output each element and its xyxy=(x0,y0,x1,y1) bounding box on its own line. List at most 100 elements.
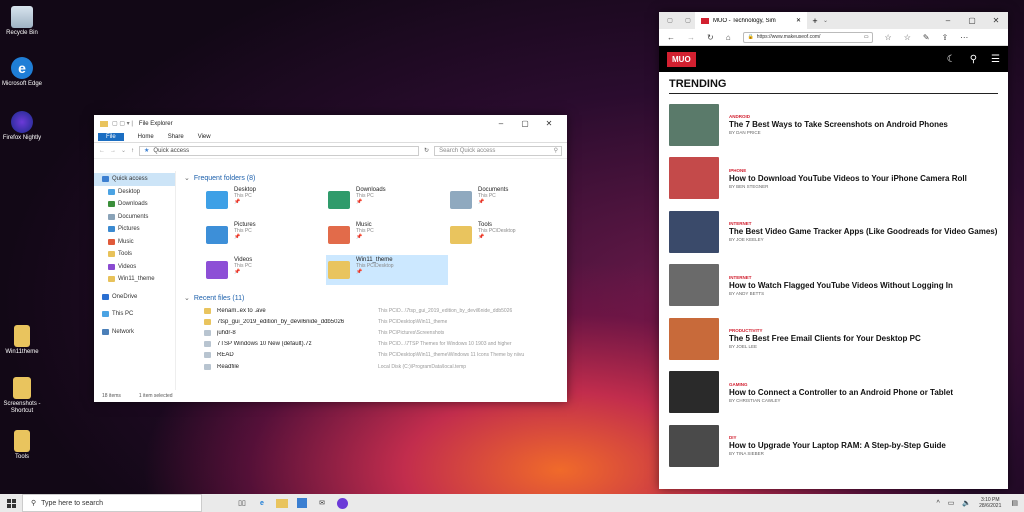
nav-item[interactable]: Tools xyxy=(94,248,175,261)
article-thumbnail[interactable] xyxy=(669,157,719,200)
maximize-button[interactable]: ▢ xyxy=(960,16,984,25)
article-title[interactable]: How to Upgrade Your Laptop RAM: A Step-b… xyxy=(729,440,946,451)
article-title[interactable]: The 5 Best Free Email Clients for Your D… xyxy=(729,333,921,344)
tray-chevron-icon[interactable]: ^ xyxy=(936,500,939,507)
article-title[interactable]: The 7 Best Ways to Take Screenshots on A… xyxy=(729,119,948,130)
back-icon[interactable]: ← xyxy=(99,148,105,154)
volume-icon[interactable]: 🔈 xyxy=(962,499,971,507)
site-logo[interactable]: MUO xyxy=(667,51,696,67)
favorites-icon[interactable]: ☆ xyxy=(904,33,911,42)
store-taskbar-icon[interactable] xyxy=(292,494,312,512)
tab-actions-icon[interactable]: ▢ xyxy=(659,17,681,24)
reader-view-icon[interactable]: ▭ xyxy=(864,34,869,40)
tab-list-icon[interactable]: ⌄ xyxy=(823,17,828,24)
edge-taskbar-icon[interactable]: e xyxy=(252,494,272,512)
desktop-icon-screenshots[interactable]: Screenshots - Shortcut xyxy=(0,377,44,415)
search-icon[interactable]: ⚲ xyxy=(970,54,977,65)
tabs-aside-icon[interactable]: ▢ xyxy=(681,17,695,24)
ribbon-tab-file[interactable]: File xyxy=(98,133,124,141)
nav-item[interactable]: OneDrive xyxy=(94,291,175,304)
article-card[interactable]: Gaming How to Connect a Controller to an … xyxy=(659,366,1008,420)
article-thumbnail[interactable] xyxy=(669,317,719,360)
maximize-button[interactable]: ▢ xyxy=(513,119,537,128)
article-card[interactable]: Internet How to Watch Flagged YouTube Vid… xyxy=(659,259,1008,313)
folder-tile[interactable]: Documents This PC 📌 xyxy=(448,185,570,215)
mail-taskbar-icon[interactable]: ✉ xyxy=(312,494,332,512)
folder-tile[interactable]: Pictures This PC 📌 xyxy=(204,220,326,250)
file-explorer-window[interactable]: ▢ ▢ ▾ | File Explorer – ▢ ✕ File Home Sh… xyxy=(94,115,567,402)
task-view-icon[interactable]: ▯▯ xyxy=(232,494,252,512)
up-icon[interactable]: ↑ xyxy=(131,148,134,154)
home-icon[interactable]: ⌂ xyxy=(726,33,731,42)
article-thumbnail[interactable] xyxy=(669,103,719,146)
nav-item[interactable]: Pictures xyxy=(94,223,175,236)
start-button[interactable] xyxy=(0,494,22,512)
nav-item[interactable]: Videos xyxy=(94,261,175,274)
firefox-taskbar-icon[interactable] xyxy=(332,494,352,512)
folder-tile[interactable]: Desktop This PC 📌 xyxy=(204,185,326,215)
article-thumbnail[interactable] xyxy=(669,210,719,253)
article-title[interactable]: How to Connect a Controller to an Androi… xyxy=(729,387,953,398)
ribbon-tab-share[interactable]: Share xyxy=(168,134,184,140)
folder-tile[interactable]: Downloads This PC 📌 xyxy=(326,185,448,215)
recent-file-row[interactable]: juhdr-8 This PC\Pictures\Screenshots xyxy=(180,327,559,338)
taskbar-search-input[interactable]: ⚲ Type here to search xyxy=(22,494,202,512)
refresh-icon[interactable]: ↻ xyxy=(707,33,714,42)
edge-browser-window[interactable]: ▢ ▢ MUO - Technology, Sim ✕ + ⌄ – ▢ ✕ ← … xyxy=(659,12,1008,489)
nav-item[interactable]: This PC xyxy=(94,308,175,321)
desktop-icon-firefox[interactable]: Firefox Nightly xyxy=(0,111,44,142)
nav-item[interactable]: Desktop xyxy=(94,186,175,199)
more-icon[interactable]: ⋯ xyxy=(960,33,968,42)
desktop-icon-tools[interactable]: Tools xyxy=(0,430,44,461)
menu-icon[interactable]: ☰ xyxy=(991,54,1000,65)
new-tab-button[interactable]: + xyxy=(807,16,823,26)
share-icon[interactable]: ⇪ xyxy=(942,33,949,42)
desktop-icon-edge[interactable]: e Microsoft Edge xyxy=(0,57,44,88)
article-card[interactable]: DIY How to Upgrade Your Laptop RAM: A Ste… xyxy=(659,419,1008,473)
article-card[interactable]: Android The 7 Best Ways to Take Screensho… xyxy=(659,98,1008,152)
nav-item[interactable]: Quick access xyxy=(94,173,175,186)
article-title[interactable]: How to Download YouTube Videos to Your i… xyxy=(729,173,967,184)
article-title[interactable]: How to Watch Flagged YouTube Videos With… xyxy=(729,280,953,291)
article-thumbnail[interactable] xyxy=(669,371,719,414)
network-icon[interactable]: ▭ xyxy=(948,499,955,507)
recent-file-row[interactable]: Readfile Local Disk (C:)\ProgramData\loca… xyxy=(180,361,559,372)
nav-item[interactable]: Win11_theme xyxy=(94,273,175,286)
article-thumbnail[interactable] xyxy=(669,424,719,467)
file-explorer-taskbar-icon[interactable] xyxy=(272,494,292,512)
nav-item[interactable]: Music xyxy=(94,236,175,249)
explorer-titlebar[interactable]: ▢ ▢ ▾ | File Explorer – ▢ ✕ xyxy=(94,115,567,132)
clock[interactable]: 3:10 PM 28/6/2021 xyxy=(979,497,1001,509)
tab-muo[interactable]: MUO - Technology, Sim ✕ xyxy=(695,12,807,29)
url-bar[interactable]: 🔒 https://www.makeuseof.com/ ▭ xyxy=(742,31,873,43)
favorite-star-icon[interactable]: ☆ xyxy=(885,33,892,42)
desktop-icon-recycle-bin[interactable]: Recycle Bin xyxy=(0,6,44,37)
address-box[interactable]: ★ Quick access xyxy=(139,145,420,156)
desktop-icon-win11theme[interactable]: Win11theme xyxy=(0,325,44,356)
close-button[interactable]: ✕ xyxy=(537,119,561,128)
close-button[interactable]: ✕ xyxy=(984,16,1008,25)
ribbon-tab-home[interactable]: Home xyxy=(138,134,154,140)
minimize-button[interactable]: – xyxy=(936,16,960,25)
folder-tile[interactable]: Tools This PC\Desktop 📌 xyxy=(448,220,570,250)
frequent-folders-header[interactable]: ⌄ Frequent folders (8) xyxy=(180,171,559,185)
notifications-icon[interactable]: ▤ xyxy=(1011,499,1018,507)
ribbon-tab-view[interactable]: View xyxy=(198,134,211,140)
recent-file-row[interactable]: READ This PC\Desktop\Win11_theme\Windows … xyxy=(180,350,559,361)
refresh-icon[interactable]: ↻ xyxy=(424,147,429,154)
nav-item[interactable]: Network xyxy=(94,326,175,339)
close-tab-icon[interactable]: ✕ xyxy=(796,17,801,24)
chevron-down-icon[interactable]: ⌄ xyxy=(121,147,126,154)
article-card[interactable]: iPhone How to Download YouTube Videos to … xyxy=(659,152,1008,206)
recent-file-row[interactable]: 7tsp_gui_2019_edition_by_devil6nide_ddb5… xyxy=(180,316,559,327)
nav-item[interactable]: Documents xyxy=(94,211,175,224)
minimize-button[interactable]: – xyxy=(489,119,513,128)
quick-access-toolbar[interactable]: ▢ ▢ ▾ | xyxy=(112,120,133,127)
folder-tile[interactable]: Win11_theme This PC\Desktop 📌 xyxy=(326,255,448,285)
article-card[interactable]: Internet The Best Video Game Tracker Apps… xyxy=(659,205,1008,259)
pen-icon[interactable]: ✎ xyxy=(923,33,930,42)
folder-tile[interactable]: Videos This PC 📌 xyxy=(204,255,326,285)
recent-files-header[interactable]: ⌄ Recent files (11) xyxy=(180,291,559,305)
folder-tile[interactable]: Music This PC 📌 xyxy=(326,220,448,250)
search-input[interactable]: Search Quick access ⚲ xyxy=(434,145,562,156)
